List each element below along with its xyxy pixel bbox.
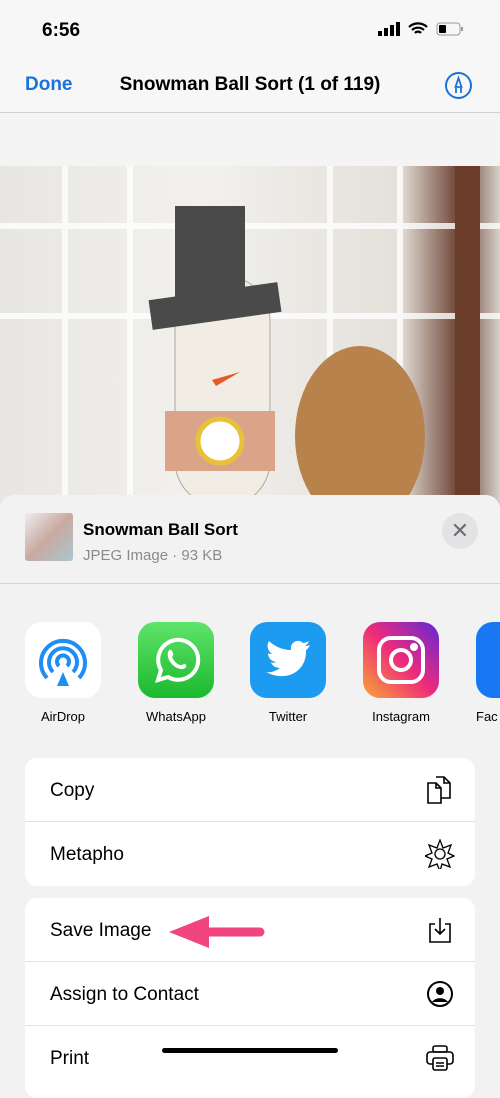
share-sheet: Snowman Ball Sort JPEG Image · 93 KB ✕ A…: [0, 495, 500, 1098]
twitter-icon: [250, 622, 326, 698]
app-label: Fac: [476, 709, 498, 724]
app-label: Twitter: [268, 709, 308, 724]
signal-icon: [378, 22, 400, 36]
metapho-icon: [425, 839, 455, 869]
action-copy[interactable]: Copy: [25, 758, 475, 822]
file-info: JPEG Image · 93 KB: [83, 547, 223, 564]
actions-group-1: Copy Metapho: [25, 758, 475, 886]
app-label: WhatsApp: [146, 709, 206, 724]
action-label: Copy: [50, 780, 95, 801]
contact-icon: [425, 979, 455, 1009]
action-label: Metapho: [50, 844, 124, 865]
action-label: Save Image: [50, 920, 152, 941]
save-download-icon: [425, 915, 455, 945]
app-instagram[interactable]: Instagram: [356, 622, 446, 724]
app-label: AirDrop: [40, 709, 86, 724]
close-icon: ✕: [450, 518, 470, 543]
action-print[interactable]: Print: [25, 1026, 475, 1090]
markup-pen-icon[interactable]: [445, 72, 472, 99]
home-indicator[interactable]: [162, 1048, 338, 1053]
status-time: 6:56: [42, 20, 81, 41]
printer-icon: [425, 1043, 455, 1073]
whatsapp-icon: [138, 622, 214, 698]
nav-bar: Done Snowman Ball Sort (1 of 119): [0, 58, 500, 113]
status-icons: [378, 22, 464, 36]
close-button[interactable]: ✕: [442, 513, 478, 549]
page-title: Snowman Ball Sort (1 of 119): [119, 74, 381, 95]
file-thumbnail: [25, 513, 73, 561]
app-whatsapp[interactable]: WhatsApp: [131, 622, 221, 724]
file-name: Snowman Ball Sort: [83, 520, 238, 539]
wifi-icon: [408, 22, 428, 34]
app-airdrop[interactable]: AirDrop: [18, 622, 108, 724]
airdrop-icon: [25, 622, 101, 698]
facebook-icon: [476, 622, 500, 698]
photo: [0, 166, 500, 506]
action-assign-contact[interactable]: Assign to Contact: [25, 962, 475, 1026]
instagram-icon: [363, 622, 439, 698]
battery-icon: [436, 22, 463, 36]
action-metapho[interactable]: Metapho: [25, 822, 475, 886]
action-label: Assign to Contact: [50, 984, 199, 1005]
action-label: Print: [50, 1048, 90, 1069]
copy-icon: [425, 775, 455, 805]
app-facebook[interactable]: Fac: [469, 622, 500, 724]
app-label: Instagram: [372, 709, 430, 724]
status-bar: 6:56: [0, 0, 500, 58]
app-twitter[interactable]: Twitter: [243, 622, 333, 724]
divider: [0, 583, 500, 584]
pointer-arrow-annotation: [169, 916, 265, 948]
